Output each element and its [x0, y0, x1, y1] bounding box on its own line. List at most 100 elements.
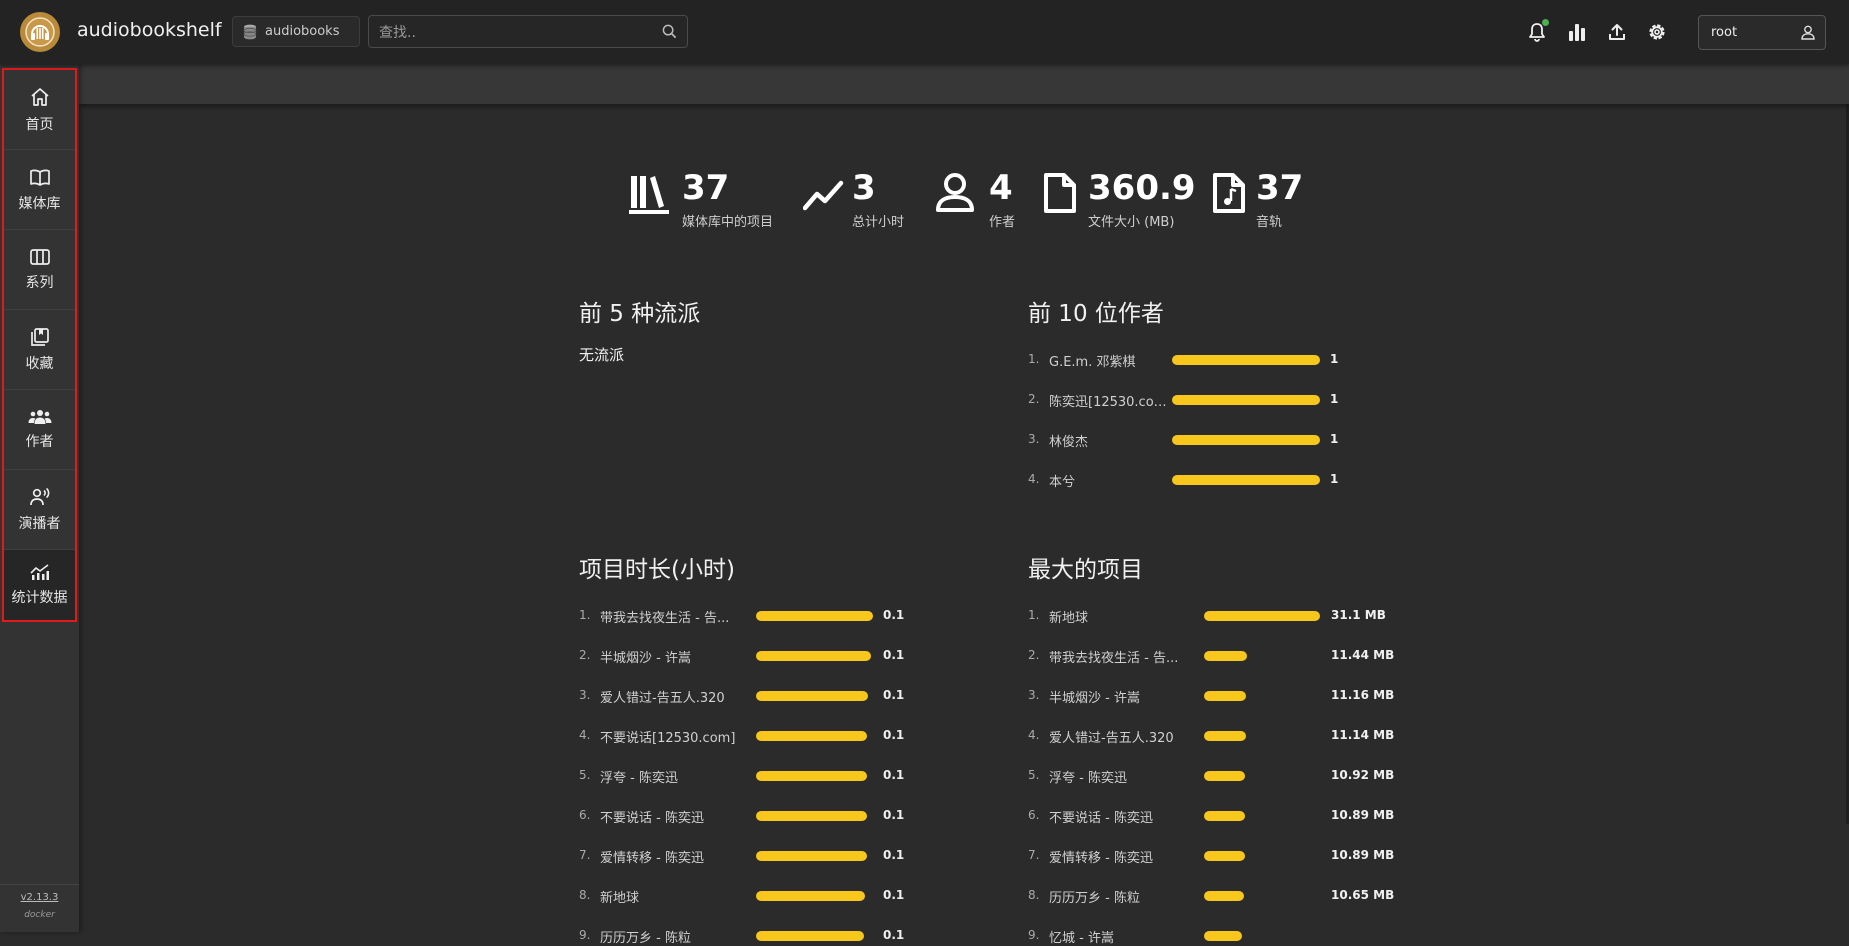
row-index: 9. [1028, 928, 1040, 942]
row-name[interactable]: 爱情转移 - 陈奕迅 [1049, 847, 1187, 866]
sidebar-item-collections[interactable]: 收藏 [4, 310, 75, 390]
largest-item-row[interactable]: 5. 浮夸 - 陈奕迅 10.92 MB [1028, 766, 1448, 786]
row-index: 6. [1028, 808, 1040, 822]
upload-icon [1609, 24, 1625, 40]
duration-row[interactable]: 3. 爱人错过-告五人.320 0.1 [579, 686, 999, 706]
largest-item-row[interactable]: 1. 新地球 31.1 MB [1028, 606, 1448, 626]
row-index: 2. [1028, 392, 1040, 406]
row-name[interactable]: 本兮 [1049, 471, 1169, 490]
row-value: 0.1 [883, 848, 905, 862]
row-value: 11.14 MB [1331, 728, 1395, 742]
sidebar-item-label: 统计数据 [11, 590, 68, 606]
row-name[interactable]: 带我去找夜生活 - 告... [600, 607, 740, 626]
largest-item-row[interactable]: 6. 不要说话 - 陈奕迅 10.89 MB [1028, 806, 1448, 826]
author-row[interactable]: 4. 本兮 1 [1028, 470, 1448, 490]
settings-button[interactable] [1646, 21, 1668, 43]
sidebar-item-library[interactable]: 媒体库 [4, 150, 75, 230]
row-name[interactable]: 不要说话[12530.com] [600, 727, 740, 746]
row-name[interactable]: 半城烟沙 - 许嵩 [1049, 687, 1187, 706]
row-bar [1204, 731, 1246, 741]
duration-row[interactable]: 6. 不要说话 - 陈奕迅 0.1 [579, 806, 999, 826]
duration-row[interactable]: 9. 历历万乡 - 陈粒 0.1 [579, 926, 999, 946]
sidebar-item-narrators[interactable]: 演播者 [4, 470, 75, 550]
duration-row[interactable]: 2. 半城烟沙 - 许嵩 0.1 [579, 646, 999, 666]
largest-item-row[interactable]: 7. 爱情转移 - 陈奕迅 10.89 MB [1028, 846, 1448, 866]
row-index: 8. [1028, 888, 1040, 902]
row-name[interactable]: 忆城 - 许嵩 [1049, 927, 1187, 946]
sidebar-item-authors[interactable]: 作者 [4, 390, 75, 470]
largest-item-row[interactable]: 9. 忆城 - 许嵩 [1028, 926, 1448, 946]
version-link[interactable]: v2.13.3 [0, 892, 79, 903]
author-row[interactable]: 3. 林俊杰 1 [1028, 430, 1448, 450]
duration-row[interactable]: 7. 爱情转移 - 陈奕迅 0.1 [579, 846, 999, 866]
upload-button[interactable] [1606, 21, 1628, 43]
row-index: 1. [579, 608, 591, 622]
row-name[interactable]: 爱人错过-告五人.320 [1049, 727, 1187, 746]
row-name[interactable]: 半城烟沙 - 许嵩 [600, 647, 740, 666]
stat-caption: 作者 [989, 215, 1016, 230]
row-name[interactable]: 浮夸 - 陈奕迅 [600, 767, 740, 786]
stat-caption: 媒体库中的项目 [682, 215, 774, 230]
row-bar [756, 731, 867, 741]
sidebar-item-home[interactable]: 首页 [4, 70, 75, 150]
largest-item-row[interactable]: 2. 带我去找夜生活 - 告... 11.44 MB [1028, 646, 1448, 666]
row-index: 8. [579, 888, 591, 902]
row-name[interactable]: 不要说话 - 陈奕迅 [1049, 807, 1187, 826]
gear-icon [1649, 24, 1665, 40]
row-bar [756, 931, 864, 941]
sidebar-item-label: 演播者 [18, 515, 61, 532]
sidebar-item-series[interactable]: 系列 [4, 230, 75, 310]
row-name[interactable]: 新地球 [1049, 607, 1187, 626]
notifications-button[interactable] [1526, 19, 1549, 43]
row-value: 11.16 MB [1331, 688, 1395, 702]
row-bar [1172, 435, 1320, 445]
row-name[interactable]: 爱情转移 - 陈奕迅 [600, 847, 740, 866]
largest-item-row[interactable]: 3. 半城烟沙 - 许嵩 11.16 MB [1028, 686, 1448, 706]
row-name[interactable]: 历历万乡 - 陈粒 [600, 927, 740, 946]
row-name[interactable]: 新地球 [600, 887, 740, 906]
row-name[interactable]: 带我去找夜生活 - 告... [1049, 647, 1187, 666]
search-input[interactable] [369, 16, 661, 49]
row-value: 0.1 [883, 728, 905, 742]
row-name[interactable]: 浮夸 - 陈奕迅 [1049, 767, 1187, 786]
row-name[interactable]: G.E.m. 邓紫棋 [1049, 351, 1169, 370]
row-value: 0.1 [883, 648, 905, 662]
home-icon [30, 87, 49, 106]
stat-value: 4 [989, 168, 1013, 208]
search-icon[interactable] [662, 24, 677, 39]
row-name[interactable]: 爱人错过-告五人.320 [600, 687, 740, 706]
largest-item-row[interactable]: 4. 爱人错过-告五人.320 11.14 MB [1028, 726, 1448, 746]
row-value: 1 [1330, 352, 1339, 366]
row-index: 7. [579, 848, 591, 862]
row-bar [1204, 771, 1245, 781]
username: root [1711, 25, 1738, 40]
row-index: 1. [1028, 352, 1040, 366]
row-name[interactable]: 历历万乡 - 陈粒 [1049, 887, 1187, 906]
search-box[interactable] [368, 15, 688, 49]
app-title[interactable]: audiobookshelf [77, 19, 222, 41]
author-row[interactable]: 2. 陈奕迅[12530.com] 1 [1028, 390, 1448, 410]
row-value: 10.89 MB [1331, 808, 1395, 822]
duration-row[interactable]: 4. 不要说话[12530.com] 0.1 [579, 726, 999, 746]
row-name[interactable]: 林俊杰 [1049, 431, 1169, 450]
author-row[interactable]: 1. G.E.m. 邓紫棋 1 [1028, 350, 1448, 370]
sidebar: 首页 媒体库 系列 收藏 作者 演播者 统计数据 v2.13.3 docker [0, 64, 79, 932]
user-account-button[interactable]: root [1698, 15, 1826, 50]
row-name[interactable]: 陈奕迅[12530.com] [1049, 391, 1169, 410]
sidebar-item-stats[interactable]: 统计数据 [4, 550, 75, 620]
row-value: 0.1 [883, 808, 905, 822]
stat-caption: 音轨 [1256, 215, 1283, 230]
largest-item-row[interactable]: 8. 历历万乡 - 陈粒 10.65 MB [1028, 886, 1448, 906]
stats-button[interactable] [1566, 21, 1588, 43]
duration-row[interactable]: 8. 新地球 0.1 [579, 886, 999, 906]
library-select[interactable]: audiobooks [232, 16, 360, 47]
row-value: 1 [1330, 432, 1339, 446]
app-logo[interactable] [20, 12, 60, 52]
row-index: 2. [1028, 648, 1040, 662]
file-icon [1044, 173, 1076, 213]
duration-row[interactable]: 1. 带我去找夜生活 - 告... 0.1 [579, 606, 999, 626]
row-name[interactable]: 不要说话 - 陈奕迅 [600, 807, 740, 826]
genres-empty: 无流派 [579, 346, 625, 364]
row-index: 5. [579, 768, 591, 782]
duration-row[interactable]: 5. 浮夸 - 陈奕迅 0.1 [579, 766, 999, 786]
